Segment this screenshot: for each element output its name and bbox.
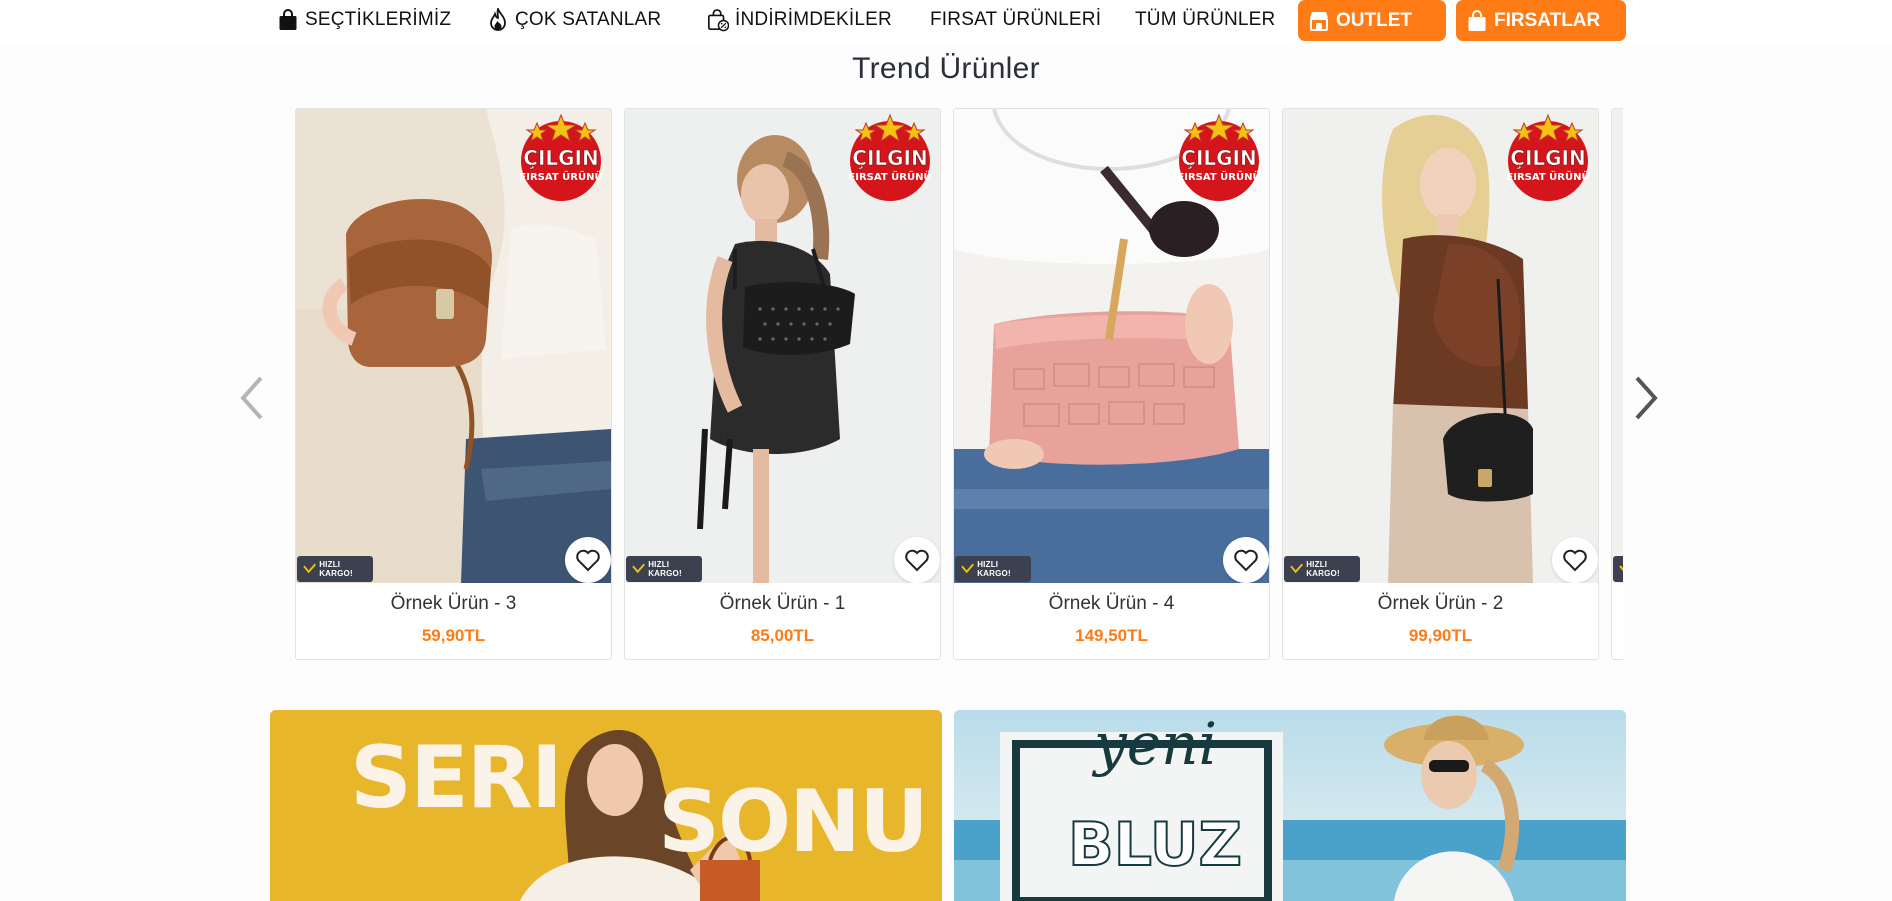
gift-bag-icon (1466, 9, 1488, 33)
top-navigation: SEÇTİKLERİMİZ ÇOK SATANLAR İNDİRİMDEKİLE… (0, 0, 1892, 46)
outlet-button[interactable]: OUTLET (1298, 0, 1446, 41)
fast-shipping-label: HIZLI KARGO! (1306, 560, 1340, 578)
seri-sonu-banner[interactable]: SERI SONU (270, 710, 942, 901)
badge-subtitle: FIRSAT ÜRÜNÜ (848, 169, 931, 183)
page: SEÇTİKLERİMİZ ÇOK SATANLAR İNDİRİMDEKİLE… (0, 0, 1892, 901)
product-image[interactable]: ÇILGIN FIRSAT ÜRÜNÜ HIZLI KARGO! (296, 109, 611, 583)
nav-item-label: ÇOK SATANLAR (515, 9, 662, 30)
nav-item-sectiklerimiz[interactable]: SEÇTİKLERİMİZ (277, 0, 451, 40)
outlet-button-label: OUTLET (1336, 9, 1412, 31)
fast-shipping-icon (1290, 563, 1303, 574)
flame-icon (487, 8, 509, 32)
nav-item-indirimdekiler[interactable]: İNDİRİMDEKİLER (707, 0, 892, 40)
product-card[interactable]: ÇILGIN FIRSAT ÜRÜNÜ HIZLI KARGO! Örnek Ü… (1282, 108, 1599, 660)
nav-item-label: SEÇTİKLERİMİZ (305, 9, 452, 30)
product-price: 149,50TL (1075, 626, 1148, 645)
product-name[interactable]: Örnek Ürün - 2 (1283, 593, 1598, 615)
badge-subtitle: FIRSAT ÜRÜNÜ (1177, 169, 1260, 183)
shopping-bag-icon (277, 8, 299, 32)
product-image[interactable]: ÇILGIN FIRSAT ÜRÜNÜ HIZLI KARGO! (954, 109, 1269, 583)
cilgin-firsat-badge: ÇILGIN FIRSAT ÜRÜNÜ (519, 113, 603, 201)
fast-shipping-icon (1619, 565, 1623, 572)
favorite-button[interactable] (1552, 537, 1598, 583)
banner-word-2: BLUZ (1067, 809, 1243, 881)
fast-shipping-badge: HIZLI KARGO! (626, 556, 702, 582)
product-price: 59,90TL (421, 626, 486, 645)
carousel-prev-button[interactable] (234, 372, 270, 424)
product-image[interactable]: ÇILGIN FIRSAT ÜRÜNÜ HIZLI KARGO! (1283, 109, 1598, 583)
heart-icon (905, 549, 929, 572)
badge-title: ÇILGIN (852, 146, 927, 170)
fast-shipping-badge: HIZLI KARGO! (297, 556, 373, 582)
heart-icon (1234, 549, 1258, 572)
favorite-button[interactable] (1223, 537, 1269, 583)
badge-title: ÇILGIN (523, 146, 598, 170)
product-card[interactable] (1611, 108, 1623, 660)
fast-shipping-icon (303, 563, 316, 574)
badge-title: ÇILGIN (1510, 146, 1585, 170)
nav-item-label: FIRSAT ÜRÜNLERİ (930, 9, 1102, 30)
fast-shipping-label: HIZLI KARGO! (648, 560, 682, 578)
cilgin-firsat-badge: ÇILGIN FIRSAT ÜRÜNÜ (848, 113, 932, 201)
firsatlar-button-label: FIRSATLAR (1494, 9, 1601, 31)
section-title: Trend Ürünler (852, 52, 1040, 85)
banner-word-2: SONU (658, 772, 929, 872)
product-carousel: ÇILGIN FIRSAT ÜRÜNÜ HIZLI KARGO! Örnek Ü… (295, 108, 1623, 661)
chevron-left-icon (240, 376, 263, 420)
product-image[interactable] (1612, 109, 1623, 583)
nav-item-label: TÜM ÜRÜNLER (1135, 9, 1276, 30)
cilgin-firsat-badge: ÇILGIN FIRSAT ÜRÜNÜ (1506, 113, 1590, 201)
heart-icon (1563, 549, 1587, 572)
badge-subtitle: FIRSAT ÜRÜNÜ (1506, 169, 1589, 183)
product-name[interactable]: Örnek Ürün - 1 (625, 593, 940, 615)
yeni-bluz-banner[interactable]: yeni BLUZ (954, 710, 1626, 901)
fast-shipping-icon (632, 563, 645, 574)
nav-item-firsat-urunleri[interactable]: FIRSAT ÜRÜNLERİ (930, 0, 1101, 40)
product-card[interactable]: ÇILGIN FIRSAT ÜRÜNÜ HIZLI KARGO! Örnek Ü… (953, 108, 1270, 660)
fast-shipping-badge: HIZLI KARGO! (1284, 556, 1360, 582)
heart-icon (576, 549, 600, 572)
store-icon (1308, 9, 1330, 33)
favorite-button[interactable] (894, 537, 940, 583)
discount-bag-icon (707, 8, 729, 32)
product-name[interactable]: Örnek Ürün - 3 (296, 593, 611, 615)
product-card[interactable]: ÇILGIN FIRSAT ÜRÜNÜ HIZLI KARGO! Örnek Ü… (295, 108, 612, 660)
fast-shipping-badge: HIZLI KARGO! (955, 556, 1031, 582)
fast-shipping-label: HIZLI KARGO! (319, 560, 353, 578)
badge-subtitle: FIRSAT ÜRÜNÜ (519, 169, 602, 183)
banner-beach-image (954, 710, 1626, 901)
product-card[interactable]: ÇILGIN FIRSAT ÜRÜNÜ HIZLI KARGO! Örnek Ü… (624, 108, 941, 660)
nav-item-label: İNDİRİMDEKİLER (735, 9, 892, 30)
cilgin-firsat-badge: ÇILGIN FIRSAT ÜRÜNÜ (1177, 113, 1261, 201)
product-image[interactable]: ÇILGIN FIRSAT ÜRÜNÜ HIZLI KARGO! (625, 109, 940, 583)
favorite-button[interactable] (565, 537, 611, 583)
nav-item-tum-urunler[interactable]: TÜM ÜRÜNLER (1135, 0, 1275, 40)
fast-shipping-badge (1613, 556, 1623, 582)
product-name[interactable]: Örnek Ürün - 4 (954, 593, 1269, 615)
banner-word-1: SERI (350, 728, 563, 828)
chevron-right-icon (1635, 376, 1658, 420)
product-price: 85,00TL (750, 626, 815, 645)
banner-word-1: yeni (1094, 710, 1217, 778)
fast-shipping-label: HIZLI KARGO! (977, 560, 1011, 578)
nav-item-cok-satanlar[interactable]: ÇOK SATANLAR (487, 0, 661, 40)
badge-title: ÇILGIN (1181, 146, 1256, 170)
carousel-next-button[interactable] (1628, 372, 1664, 424)
product-price: 99,90TL (1408, 626, 1473, 645)
firsatlar-button[interactable]: FIRSATLAR (1456, 0, 1626, 41)
fast-shipping-icon (961, 563, 974, 574)
